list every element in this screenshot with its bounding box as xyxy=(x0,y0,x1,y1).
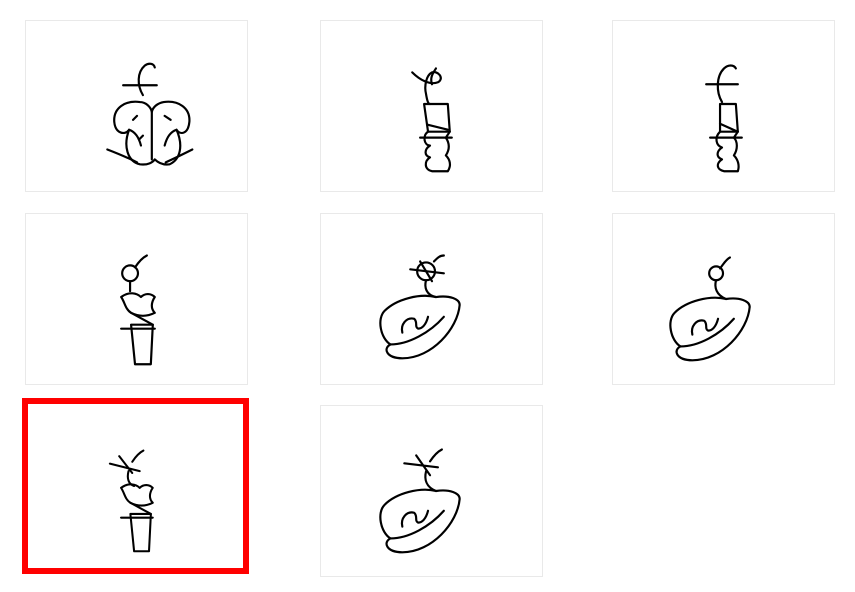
thumbnail-card-8[interactable] xyxy=(320,405,543,577)
leaf-head-icon xyxy=(106,62,194,166)
thumbnail-card-4[interactable] xyxy=(25,213,248,385)
thumbnail-card-1[interactable] xyxy=(25,20,248,192)
crossed-circle-blob-icon xyxy=(379,254,461,360)
thumbnail-card-2[interactable] xyxy=(320,20,543,192)
thumbnail-card-7[interactable] xyxy=(22,398,249,574)
circle-top-column-icon xyxy=(120,254,156,366)
tall-figure-hook-top-icon xyxy=(705,64,743,173)
thumbnail-card-6[interactable] xyxy=(612,213,835,385)
x-top-blob-icon xyxy=(379,448,461,554)
circle-blob-icon xyxy=(669,256,751,362)
x-top-column-icon xyxy=(108,449,154,553)
thumbnail-card-5[interactable] xyxy=(320,213,543,385)
thumbnail-card-3[interactable] xyxy=(612,20,835,192)
tall-figure-x-top-icon xyxy=(411,67,453,173)
